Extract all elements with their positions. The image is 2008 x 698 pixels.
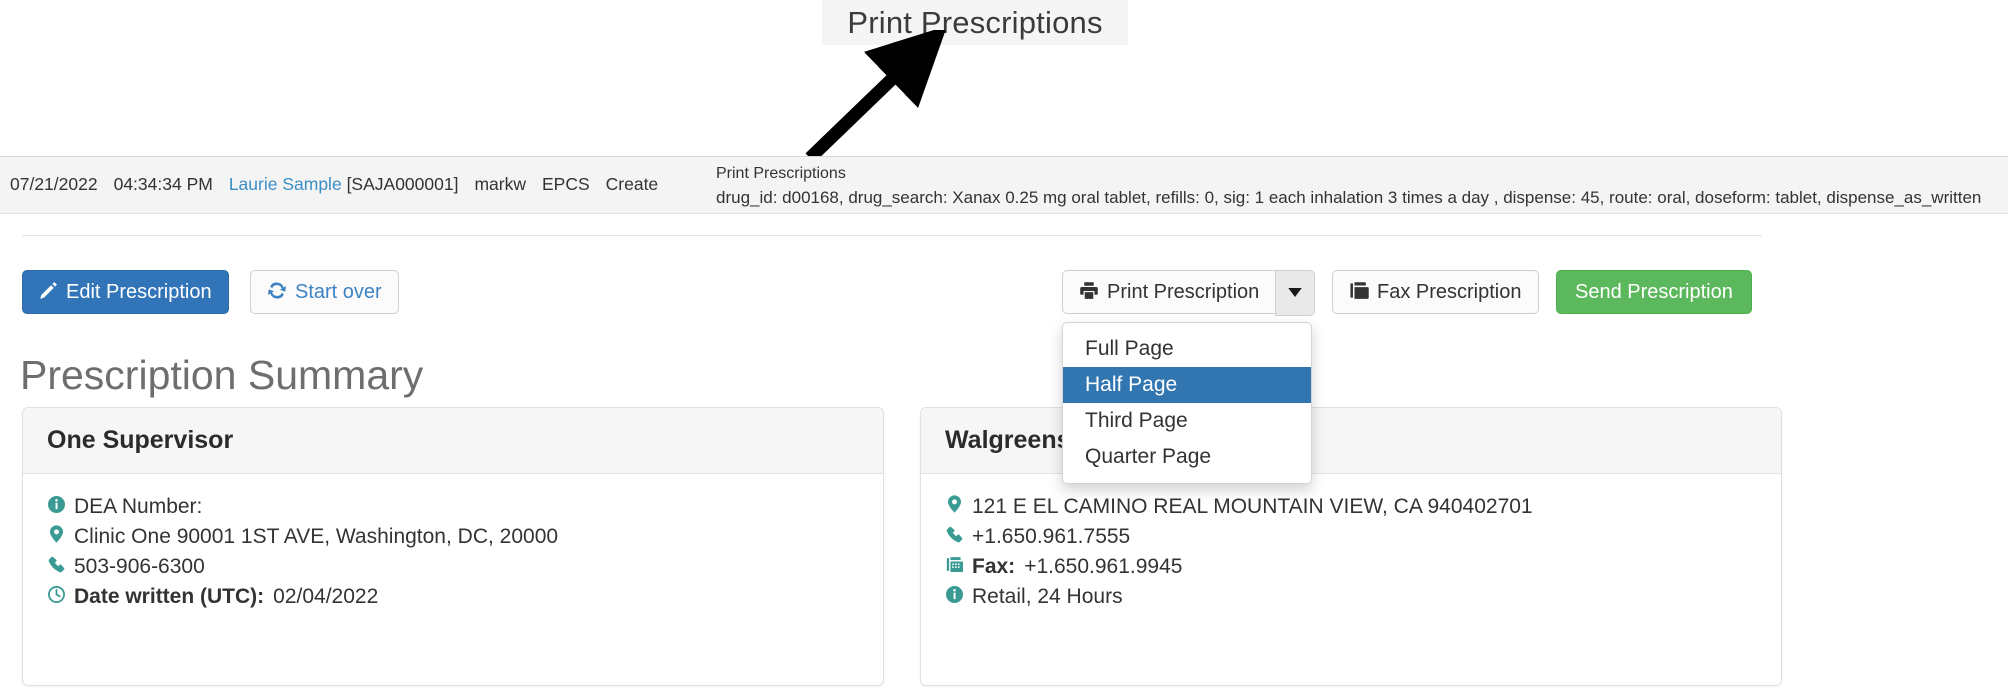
arrow-up-right-icon (805, 30, 948, 163)
print-prescription-group: Print Prescription (1062, 270, 1316, 316)
refresh-icon (267, 281, 287, 304)
pharmacy-fax-value: +1.650.961.9945 (1024, 555, 1183, 578)
print-option-half-page[interactable]: Half Page (1063, 367, 1311, 403)
chevron-down-icon (1288, 284, 1303, 302)
print-prescription-button[interactable]: Print Prescription (1062, 270, 1276, 314)
pharmacy-address: 121 E EL CAMINO REAL MOUNTAIN VIEW, CA 9… (972, 495, 1533, 518)
pharmacy-type-line: Retail, 24 Hours (945, 582, 1757, 612)
prescriber-dea-label: DEA Number: (74, 495, 203, 518)
info-icon (945, 586, 963, 603)
prescriber-date-value: 02/04/2022 (273, 585, 379, 608)
audit-log-row: 07/21/2022 04:34:34 PM Laurie Sample [SAJA… (0, 156, 2008, 214)
info-icon (47, 496, 65, 513)
log-detail-text: drug_id: d00168, drug_search: Xanax 0.25… (716, 188, 1982, 207)
print-option-label: Full Page (1085, 337, 1174, 360)
prescriber-dea-line: DEA Number: (47, 492, 859, 522)
prescriber-phone: 503-906-6300 (74, 555, 205, 578)
pharmacy-card-title: Walgreens (921, 408, 1781, 474)
pharmacy-phone: +1.650.961.7555 (972, 525, 1131, 548)
start-over-button[interactable]: Start over (250, 270, 399, 314)
prescriber-card-title: One Supervisor (23, 408, 883, 474)
print-options-toggle[interactable] (1275, 270, 1316, 316)
edit-prescription-label: Edit Prescription (66, 281, 212, 303)
map-pin-icon (945, 495, 963, 513)
print-option-quarter-page[interactable]: Quarter Page (1063, 439, 1311, 475)
log-patient-id: [SAJA000001] (346, 174, 459, 194)
phone-icon (47, 556, 65, 573)
start-over-label: Start over (295, 281, 382, 303)
print-prescription-label: Print Prescription (1107, 281, 1260, 303)
prescriber-phone-line: 503-906-6300 (47, 552, 859, 582)
prescriber-address: Clinic One 90001 1ST AVE, Washington, DC… (74, 525, 559, 548)
log-time: 04:34:34 PM (113, 174, 213, 194)
printer-icon (1079, 281, 1099, 304)
log-detail-title: Print Prescriptions (716, 165, 846, 182)
content-divider (22, 235, 1762, 236)
prescriber-address-line: Clinic One 90001 1ST AVE, Washington, DC… (47, 522, 859, 552)
log-user: markw (474, 174, 526, 194)
send-prescription-button[interactable]: Send Prescription (1556, 270, 1752, 314)
prescriber-card-body: DEA Number: Clinic One 90001 1ST AVE, Wa… (23, 474, 883, 630)
prescriber-date-label: Date written (UTC): (74, 585, 265, 608)
pencil-icon (39, 281, 58, 304)
fax-icon (945, 556, 963, 573)
send-prescription-label: Send Prescription (1575, 281, 1733, 303)
log-date: 07/21/2022 (10, 174, 98, 194)
log-meta: 07/21/2022 04:34:34 PM Laurie Sample [SAJA… (10, 174, 674, 195)
map-pin-icon (47, 525, 65, 543)
pharmacy-card-body: 121 E EL CAMINO REAL MOUNTAIN VIEW, CA 9… (921, 474, 1781, 630)
prescriber-date-line: Date written (UTC): 02/04/2022 (47, 582, 859, 612)
pharmacy-card: Walgreens 121 E EL CAMINO REAL MOUNTAIN … (920, 407, 1782, 686)
print-option-full-page[interactable]: Full Page (1063, 331, 1311, 367)
fax-prescription-button[interactable]: Fax Prescription (1332, 270, 1539, 314)
pharmacy-type: Retail, 24 Hours (972, 585, 1123, 608)
log-patient-link[interactable]: Laurie Sample (229, 174, 342, 194)
pharmacy-phone-line: +1.650.961.7555 (945, 522, 1757, 552)
annotation-title: Print Prescriptions (822, 0, 1128, 45)
print-option-third-page[interactable]: Third Page (1063, 403, 1311, 439)
fax-prescription-label: Fax Prescription (1377, 281, 1522, 303)
print-option-label: Half Page (1085, 373, 1178, 396)
clock-icon (47, 586, 65, 603)
pharmacy-address-line: 121 E EL CAMINO REAL MOUNTAIN VIEW, CA 9… (945, 492, 1757, 522)
pharmacy-fax-label: Fax: (972, 555, 1016, 578)
print-option-label: Third Page (1085, 409, 1188, 432)
prescriber-card: One Supervisor DEA Number: Clinic One 90… (22, 407, 884, 686)
print-option-label: Quarter Page (1085, 445, 1212, 468)
pharmacy-fax-line: Fax: +1.650.961.9945 (945, 552, 1757, 582)
phone-icon (945, 526, 963, 543)
log-action: Create (605, 174, 659, 194)
log-category: EPCS (541, 174, 590, 194)
edit-prescription-button[interactable]: Edit Prescription (22, 270, 229, 314)
fax-icon (1349, 281, 1369, 304)
print-options-menu: Full Page Half Page Third Page Quarter P… (1062, 322, 1312, 484)
log-detail: Print Prescriptions drug_id: d00168, dru… (716, 162, 2008, 210)
page-title: Prescription Summary (20, 352, 424, 398)
